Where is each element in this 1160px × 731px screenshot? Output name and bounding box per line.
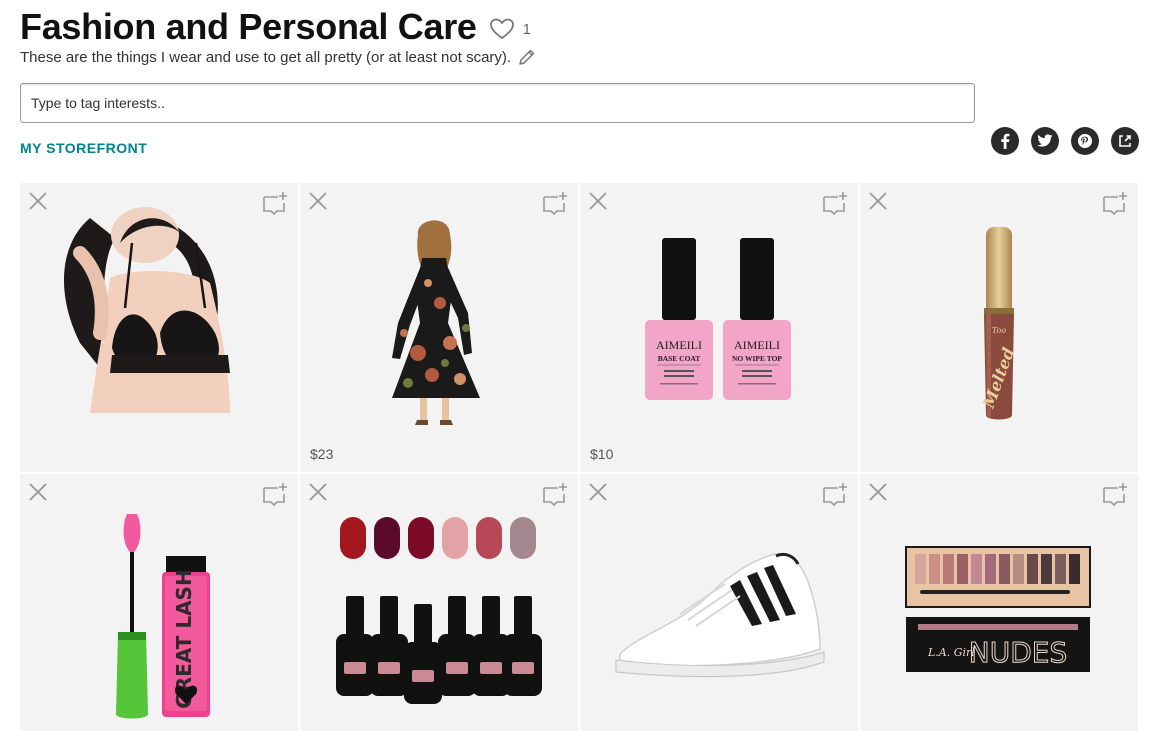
page-title: Fashion and Personal Care bbox=[20, 6, 477, 47]
product-card[interactable]: GREAT LASH bbox=[20, 474, 298, 731]
add-comment-icon[interactable] bbox=[1102, 482, 1128, 507]
close-icon[interactable] bbox=[28, 482, 48, 502]
add-comment-icon[interactable] bbox=[1102, 191, 1128, 216]
my-storefront-link[interactable]: MY STOREFRONT bbox=[20, 140, 147, 156]
close-icon[interactable] bbox=[308, 482, 328, 502]
add-comment-icon[interactable] bbox=[822, 482, 848, 507]
product-label: NUDES bbox=[969, 636, 1067, 669]
gel-polish-set-image bbox=[336, 517, 542, 704]
product-card[interactable] bbox=[300, 474, 578, 731]
product-card[interactable] bbox=[20, 183, 298, 472]
product-label: NO WIPE TOP bbox=[732, 354, 782, 363]
sneaker-image bbox=[615, 552, 825, 678]
add-comment-icon[interactable] bbox=[262, 191, 288, 216]
close-icon[interactable] bbox=[868, 482, 888, 502]
product-price: $23 bbox=[310, 446, 334, 462]
product-card[interactable]: AIMEILI BASE COAT AIMEILI NO WIPE TOP $1… bbox=[580, 183, 858, 472]
mascara-image: GREAT LASH bbox=[116, 514, 210, 719]
dress-image bbox=[392, 220, 480, 425]
list-description: These are the things I wear and use to g… bbox=[20, 48, 512, 66]
heart-icon[interactable] bbox=[489, 17, 515, 41]
close-icon[interactable] bbox=[588, 191, 608, 211]
product-grid: $23 AIMEILI BASE COAT AIMEILI NO WIPE TO… bbox=[20, 183, 1138, 731]
product-card[interactable]: Too Melted bbox=[860, 183, 1138, 472]
description-row: These are the things I wear and use to g… bbox=[20, 47, 537, 67]
product-label: AIMEILI bbox=[656, 338, 702, 352]
close-icon[interactable] bbox=[308, 191, 328, 211]
add-comment-icon[interactable] bbox=[542, 482, 568, 507]
pencil-icon[interactable] bbox=[517, 47, 537, 67]
nail-polish-pair-image: AIMEILI BASE COAT AIMEILI NO WIPE TOP bbox=[645, 238, 791, 400]
title-row: Fashion and Personal Care 1 bbox=[20, 6, 531, 48]
share-icon[interactable] bbox=[1111, 127, 1139, 155]
product-label: AIMEILI bbox=[734, 338, 780, 352]
add-comment-icon[interactable] bbox=[822, 191, 848, 216]
eyeshadow-palette-image: L.A. Girl NUDES bbox=[905, 546, 1091, 672]
facebook-icon[interactable] bbox=[991, 127, 1019, 155]
like-count: 1 bbox=[522, 20, 531, 38]
product-card[interactable]: $23 bbox=[300, 183, 578, 472]
close-icon[interactable] bbox=[868, 191, 888, 211]
svg-text:Too: Too bbox=[992, 326, 1007, 335]
tag-interests-input[interactable] bbox=[20, 83, 975, 123]
close-icon[interactable] bbox=[28, 191, 48, 211]
close-icon[interactable] bbox=[588, 482, 608, 502]
add-comment-icon[interactable] bbox=[542, 191, 568, 216]
add-comment-icon[interactable] bbox=[262, 482, 288, 507]
social-share-bar bbox=[991, 127, 1139, 155]
product-label: BASE COAT bbox=[658, 354, 701, 363]
pinterest-icon[interactable] bbox=[1071, 127, 1099, 155]
product-card[interactable] bbox=[580, 474, 858, 731]
bralette-image bbox=[63, 207, 230, 413]
liquid-lipstick-image: Too Melted bbox=[979, 227, 1018, 420]
product-price: $10 bbox=[590, 446, 614, 462]
product-card[interactable]: L.A. Girl NUDES bbox=[860, 474, 1138, 731]
twitter-icon[interactable] bbox=[1031, 127, 1059, 155]
